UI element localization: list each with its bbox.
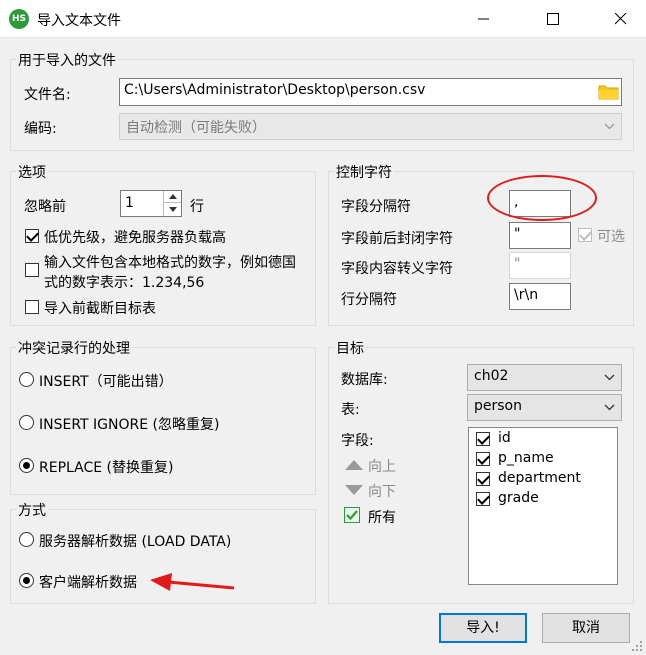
table-label: 表:: [341, 402, 360, 418]
cancel-button[interactable]: 取消: [542, 613, 630, 643]
replace-label: REPLACE (替换重复): [39, 460, 174, 476]
filename-label: 文件名:: [24, 87, 71, 103]
chevron-down-icon: [604, 123, 615, 130]
insert-radio[interactable]: [19, 372, 34, 387]
folder-icon[interactable]: [598, 83, 619, 104]
enclose-input[interactable]: ": [509, 222, 571, 249]
replace-radio[interactable]: [19, 458, 34, 473]
database-label: 数据库:: [341, 372, 388, 388]
target-group-title: 目标: [334, 338, 366, 358]
line-sep-value: \r\n: [514, 287, 539, 303]
encoding-label: 编码:: [24, 121, 57, 137]
field-checkbox[interactable]: [476, 472, 490, 486]
minimize-icon: [478, 18, 489, 20]
stepper-down-button[interactable]: [163, 203, 181, 216]
arrow-down-icon: [169, 207, 177, 212]
app-icon: HS: [9, 9, 29, 29]
skip-lines-stepper[interactable]: 1: [120, 190, 182, 217]
conflict-group-title: 冲突记录行的处理: [16, 338, 132, 358]
insert-ignore-label: INSERT IGNORE (忽略重复): [39, 417, 220, 433]
server-parse-radio[interactable]: [19, 532, 34, 547]
resize-grip-icon[interactable]: [632, 641, 644, 653]
insert-ignore-radio[interactable]: [19, 415, 34, 430]
stepper-up-button[interactable]: [163, 191, 181, 203]
enclose-value: ": [514, 226, 521, 242]
annotation-arrow: [150, 573, 235, 591]
database-select[interactable]: ch02: [467, 364, 622, 391]
annotation-circle: [487, 175, 597, 221]
title-bar: HS 导入文本文件: [0, 0, 646, 38]
select-all-icon[interactable]: [344, 507, 360, 523]
field-name: id: [498, 430, 511, 446]
table-select[interactable]: person: [467, 394, 622, 421]
locale-numbers-label-1: 输入文件包含本地格式的数字，例如德国: [44, 255, 296, 271]
select-all-label: 所有: [368, 510, 396, 526]
close-icon: [615, 13, 627, 25]
chevron-down-icon: [604, 374, 615, 381]
maximize-icon: [547, 13, 559, 25]
client-parse-label: 客户端解析数据: [39, 575, 137, 591]
encoding-value: 自动检测（可能失败）: [126, 120, 266, 136]
close-button[interactable]: [598, 0, 644, 38]
chevron-down-icon: [604, 404, 615, 411]
line-sep-input[interactable]: \r\n: [509, 283, 571, 310]
move-up-button[interactable]: 向上: [344, 456, 404, 475]
low-priority-label: 低优先级，避免服务器负载高: [44, 230, 226, 246]
field-sep-label: 字段分隔符: [341, 199, 411, 215]
move-up-label: 向上: [368, 459, 396, 475]
field-name: grade: [498, 490, 539, 506]
arrow-up-icon: [169, 194, 177, 199]
check-icon: [346, 510, 358, 521]
database-value: ch02: [474, 368, 509, 384]
list-item[interactable]: grade: [469, 488, 617, 508]
options-group-title: 选项: [16, 162, 48, 182]
locale-numbers-label-2: 式的数字表示：1.234,56: [44, 275, 205, 291]
file-group-title: 用于导入的文件: [16, 50, 118, 70]
encoding-select[interactable]: 自动检测（可能失败）: [119, 113, 622, 140]
field-checkbox[interactable]: [476, 452, 490, 466]
maximize-button[interactable]: [530, 0, 576, 38]
field-name: department: [498, 470, 581, 486]
control-chars-group-title: 控制字符: [334, 162, 394, 182]
skip-lines-label: 忽略前: [24, 199, 66, 215]
move-down-button[interactable]: 向下: [344, 481, 404, 500]
list-item[interactable]: p_name: [469, 448, 617, 468]
optional-label: 可选: [597, 229, 625, 245]
skip-lines-value: 1: [125, 195, 134, 211]
locale-numbers-checkbox[interactable]: [25, 263, 39, 277]
truncate-checkbox[interactable]: [25, 300, 39, 314]
import-button[interactable]: 导入!: [439, 613, 527, 643]
triangle-up-icon: [345, 460, 363, 470]
truncate-label: 导入前截断目标表: [44, 301, 156, 317]
fields-label: 字段:: [341, 433, 374, 449]
filename-value: C:\Users\Administrator\Desktop\person.cs…: [124, 82, 426, 98]
line-sep-label: 行分隔符: [341, 292, 397, 308]
list-item[interactable]: department: [469, 468, 617, 488]
table-value: person: [474, 398, 522, 414]
method-group-title: 方式: [16, 500, 48, 520]
enclose-label: 字段前后封闭字符: [341, 231, 453, 247]
client-parse-radio[interactable]: [19, 573, 34, 588]
insert-label: INSERT（可能出错）: [39, 374, 173, 390]
escape-input[interactable]: ": [509, 252, 571, 279]
escape-label: 字段内容转义字符: [341, 261, 453, 277]
low-priority-checkbox[interactable]: [25, 229, 39, 243]
field-checkbox[interactable]: [476, 432, 490, 446]
move-down-label: 向下: [368, 484, 396, 500]
field-checkbox[interactable]: [476, 492, 490, 506]
escape-value: ": [514, 256, 521, 272]
window-title: 导入文本文件: [37, 13, 121, 29]
server-parse-label: 服务器解析数据 (LOAD DATA): [39, 534, 232, 550]
minimize-button[interactable]: [461, 0, 507, 38]
list-item[interactable]: id: [469, 428, 617, 448]
field-name: p_name: [498, 450, 554, 466]
fields-listbox[interactable]: id p_name department grade: [468, 427, 618, 585]
triangle-down-icon: [345, 485, 363, 495]
optional-checkbox[interactable]: [578, 228, 592, 242]
skip-lines-unit: 行: [190, 199, 204, 215]
filename-input[interactable]: C:\Users\Administrator\Desktop\person.cs…: [119, 78, 622, 106]
